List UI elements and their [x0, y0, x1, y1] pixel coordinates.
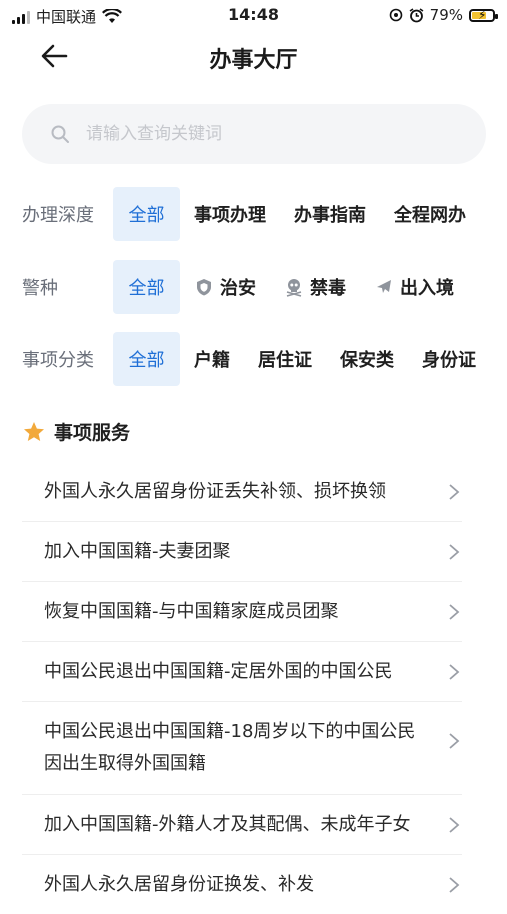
chip-police-border-label: 出入境	[400, 278, 454, 299]
list-item-text: 中国公民退出中国国籍-定居外国的中国公民	[44, 661, 393, 682]
search-input[interactable]	[84, 123, 468, 145]
section-header: 事项服务	[22, 418, 130, 445]
list-item[interactable]: 加入中国国籍-外籍人才及其配偶、未成年子女	[22, 795, 462, 855]
filter-row-police: 警种 全部 治安 禁毒 出入境	[0, 260, 507, 314]
list-item[interactable]: 中国公民退出中国国籍-定居外国的中国公民	[22, 642, 462, 702]
status-right: 79% ⚡	[389, 6, 498, 24]
search-icon	[51, 125, 69, 143]
filter-chips-police: 全部 治安 禁毒 出入境	[113, 260, 482, 314]
chip-category-id[interactable]: 身份证	[422, 332, 476, 386]
chevron-right-icon	[449, 876, 460, 893]
list-item-text: 中国公民退出中国国籍-18周岁以下的中国公民因出生取得外国国籍	[44, 721, 416, 774]
list-item[interactable]: 外国人永久居留身份证换发、补发	[22, 855, 462, 914]
chip-depth-online[interactable]: 全程网办	[394, 187, 466, 241]
filter-label-category: 事项分类	[22, 350, 94, 371]
filter-chips-category: 全部 户籍 居住证 保安类 身份证	[113, 332, 504, 386]
skull-icon	[286, 279, 302, 297]
list-item[interactable]: 外国人永久居留身份证丢失补领、损坏换领	[22, 462, 462, 522]
filter-chips-depth: 全部 事项办理 办事指南 全程网办	[113, 187, 494, 241]
list-item[interactable]: 加入中国国籍-夫妻团聚	[22, 522, 462, 582]
filter-row-depth: 办理深度 全部 事项办理 办事指南 全程网办	[0, 187, 507, 241]
list-item[interactable]: 中国公民退出中国国籍-18周岁以下的中国公民因出生取得外国国籍	[22, 702, 462, 795]
list-item[interactable]: 恢复中国国籍-与中国籍家庭成员团聚	[22, 582, 462, 642]
chip-police-security[interactable]: 治安	[194, 260, 256, 314]
chip-depth-handle[interactable]: 事项办理	[194, 187, 266, 241]
chevron-right-icon	[449, 733, 460, 749]
chevron-right-icon	[449, 816, 460, 833]
chip-police-drug[interactable]: 禁毒	[284, 260, 346, 314]
chevron-right-icon	[449, 543, 460, 560]
status-bar: 中国联通 14:48 79% ⚡	[0, 0, 507, 32]
search-bar[interactable]	[22, 104, 486, 164]
list-item-text: 恢复中国国籍-与中国籍家庭成员团聚	[44, 601, 339, 622]
nav-bar: 办事大厅	[0, 32, 507, 80]
page-title: 办事大厅	[209, 48, 298, 73]
list-item-text: 外国人永久居留身份证换发、补发	[44, 874, 314, 895]
chip-category-residence[interactable]: 居住证	[258, 332, 312, 386]
chip-police-border[interactable]: 出入境	[374, 260, 454, 314]
battery-percent: 79%	[429, 6, 463, 24]
list-item-text: 加入中国国籍-夫妻团聚	[44, 541, 231, 562]
filter-label-depth: 办理深度	[22, 205, 94, 226]
chip-depth-all[interactable]: 全部	[113, 187, 180, 241]
chevron-right-icon	[449, 663, 460, 680]
chip-category-guard[interactable]: 保安类	[340, 332, 394, 386]
airplane-icon	[377, 280, 391, 293]
chip-category-household[interactable]: 户籍	[194, 332, 230, 386]
filter-label-police: 警种	[22, 278, 58, 299]
section-title: 事项服务	[54, 422, 131, 444]
service-list: 外国人永久居留身份证丢失补领、损坏换领 加入中国国籍-夫妻团聚 恢复中国国籍-与…	[22, 462, 462, 914]
chevron-right-icon	[449, 603, 460, 620]
chip-depth-guide[interactable]: 办事指南	[294, 187, 366, 241]
chip-category-all[interactable]: 全部	[113, 332, 180, 386]
chip-police-all[interactable]: 全部	[113, 260, 180, 314]
filter-row-category: 事项分类 全部 户籍 居住证 保安类 身份证	[0, 332, 507, 386]
battery-icon: ⚡	[469, 8, 498, 22]
list-item-text: 外国人永久居留身份证丢失补领、损坏换领	[44, 481, 386, 502]
shield-icon	[197, 279, 211, 296]
star-icon	[24, 421, 44, 441]
location-lock-icon	[389, 8, 402, 22]
chip-police-security-label: 治安	[220, 278, 256, 299]
chevron-right-icon	[449, 483, 460, 500]
chip-police-drug-label: 禁毒	[310, 278, 346, 299]
list-item-text: 加入中国国籍-外籍人才及其配偶、未成年子女	[44, 814, 411, 835]
alarm-icon	[409, 7, 424, 22]
